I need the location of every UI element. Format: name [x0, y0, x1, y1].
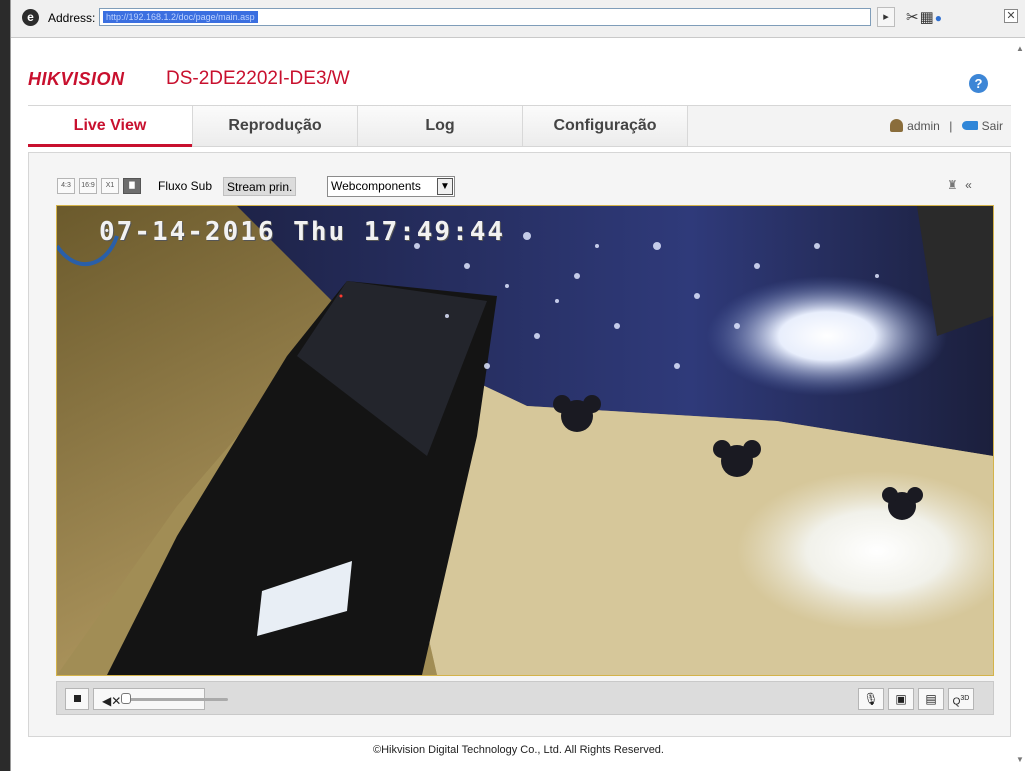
user-separator: |: [949, 119, 953, 133]
live-video[interactable]: 07-14-2016 Thu 17:49:44: [56, 205, 994, 676]
main-tabs: Live View Reprodução Log Configuração ad…: [28, 105, 1011, 147]
scroll-up-icon[interactable]: ▲: [1016, 44, 1024, 53]
tab-live-view[interactable]: Live View: [28, 106, 193, 147]
go-button[interactable]: ▸: [877, 7, 895, 27]
stop-button[interactable]: [65, 688, 89, 710]
tools-icon[interactable]: ✂: [906, 9, 920, 26]
live-view-panel: 4:3 16:9 X1 ▇ Fluxo Sub Stream prin. Web…: [28, 152, 1011, 737]
record-icon[interactable]: ▤: [918, 688, 944, 710]
help-icon[interactable]: ?: [969, 74, 988, 93]
ratio-auto-button[interactable]: ▇: [123, 178, 141, 194]
desktop-edge: [0, 0, 10, 771]
address-bar: e Address: http://192.168.1.2/doc/page/m…: [11, 0, 1025, 38]
brand-logo: HIKVISION: [28, 69, 125, 89]
browser-window: e Address: http://192.168.1.2/doc/page/m…: [10, 0, 1025, 771]
logout-icon[interactable]: [961, 121, 978, 130]
view-toolbar: 4:3 16:9 X1 ▇ Fluxo Sub Stream prin. Web…: [57, 175, 997, 203]
stop-icon: [73, 695, 81, 702]
microphone-icon[interactable]: 🎙: [858, 688, 884, 710]
compat-icon[interactable]: ▦: [920, 9, 935, 26]
plugin-value: Webcomponents: [331, 179, 421, 193]
mute-icon[interactable]: ◀✕: [102, 691, 121, 711]
browser-tools[interactable]: ✂▦●: [906, 8, 943, 26]
volume-slider-thumb[interactable]: [121, 693, 131, 704]
info-icon[interactable]: ●: [935, 11, 943, 25]
osd-timestamp: 07-14-2016 Thu 17:49:44: [99, 217, 506, 247]
address-label: Address:: [48, 11, 96, 25]
tab-log[interactable]: Log: [358, 106, 523, 146]
stream-main-button[interactable]: Stream prin.: [223, 177, 297, 196]
tab-reproducao[interactable]: Reprodução: [193, 106, 358, 146]
device-model: DS-2DE2202I-DE3/W: [166, 68, 350, 89]
playback-controls: ◀✕ 🎙 ▣ ▤ Q3D: [56, 681, 994, 715]
ptz-icon: ♜: [947, 178, 958, 192]
address-value: http://192.168.1.2/doc/page/main.asp: [103, 11, 258, 23]
user-box: admin | Sair: [890, 106, 1003, 146]
ratio-original-button[interactable]: X1: [101, 178, 119, 194]
chevron-down-icon[interactable]: ▼: [437, 178, 453, 195]
ptz-toggle[interactable]: ♜ «: [947, 178, 972, 192]
browser-logo-icon: e: [22, 9, 39, 26]
address-input[interactable]: http://192.168.1.2/doc/page/main.asp: [99, 8, 871, 26]
zoom-3d-icon[interactable]: Q3D: [948, 688, 974, 710]
volume-slider[interactable]: [128, 698, 228, 701]
user-icon: [890, 119, 904, 132]
tab-configuracao[interactable]: Configuração: [523, 106, 688, 146]
snapshot-icon[interactable]: ▣: [888, 688, 914, 710]
collapse-icon: «: [965, 178, 972, 192]
ratio-16-9-button[interactable]: 16:9: [79, 178, 97, 194]
scroll-down-icon[interactable]: ▼: [1016, 755, 1024, 764]
logout-link[interactable]: Sair: [982, 119, 1003, 133]
video-frame: [57, 206, 993, 675]
ratio-4-3-button[interactable]: 4:3: [57, 178, 75, 194]
close-icon[interactable]: ✕: [1004, 9, 1018, 23]
plugin-select[interactable]: Webcomponents ▼: [327, 176, 455, 197]
stream-sub-button[interactable]: Fluxo Sub: [155, 177, 215, 196]
volume-control[interactable]: ◀✕: [93, 688, 228, 711]
username: admin: [907, 119, 940, 133]
footer-copyright: ©Hikvision Digital Technology Co., Ltd. …: [373, 744, 664, 756]
